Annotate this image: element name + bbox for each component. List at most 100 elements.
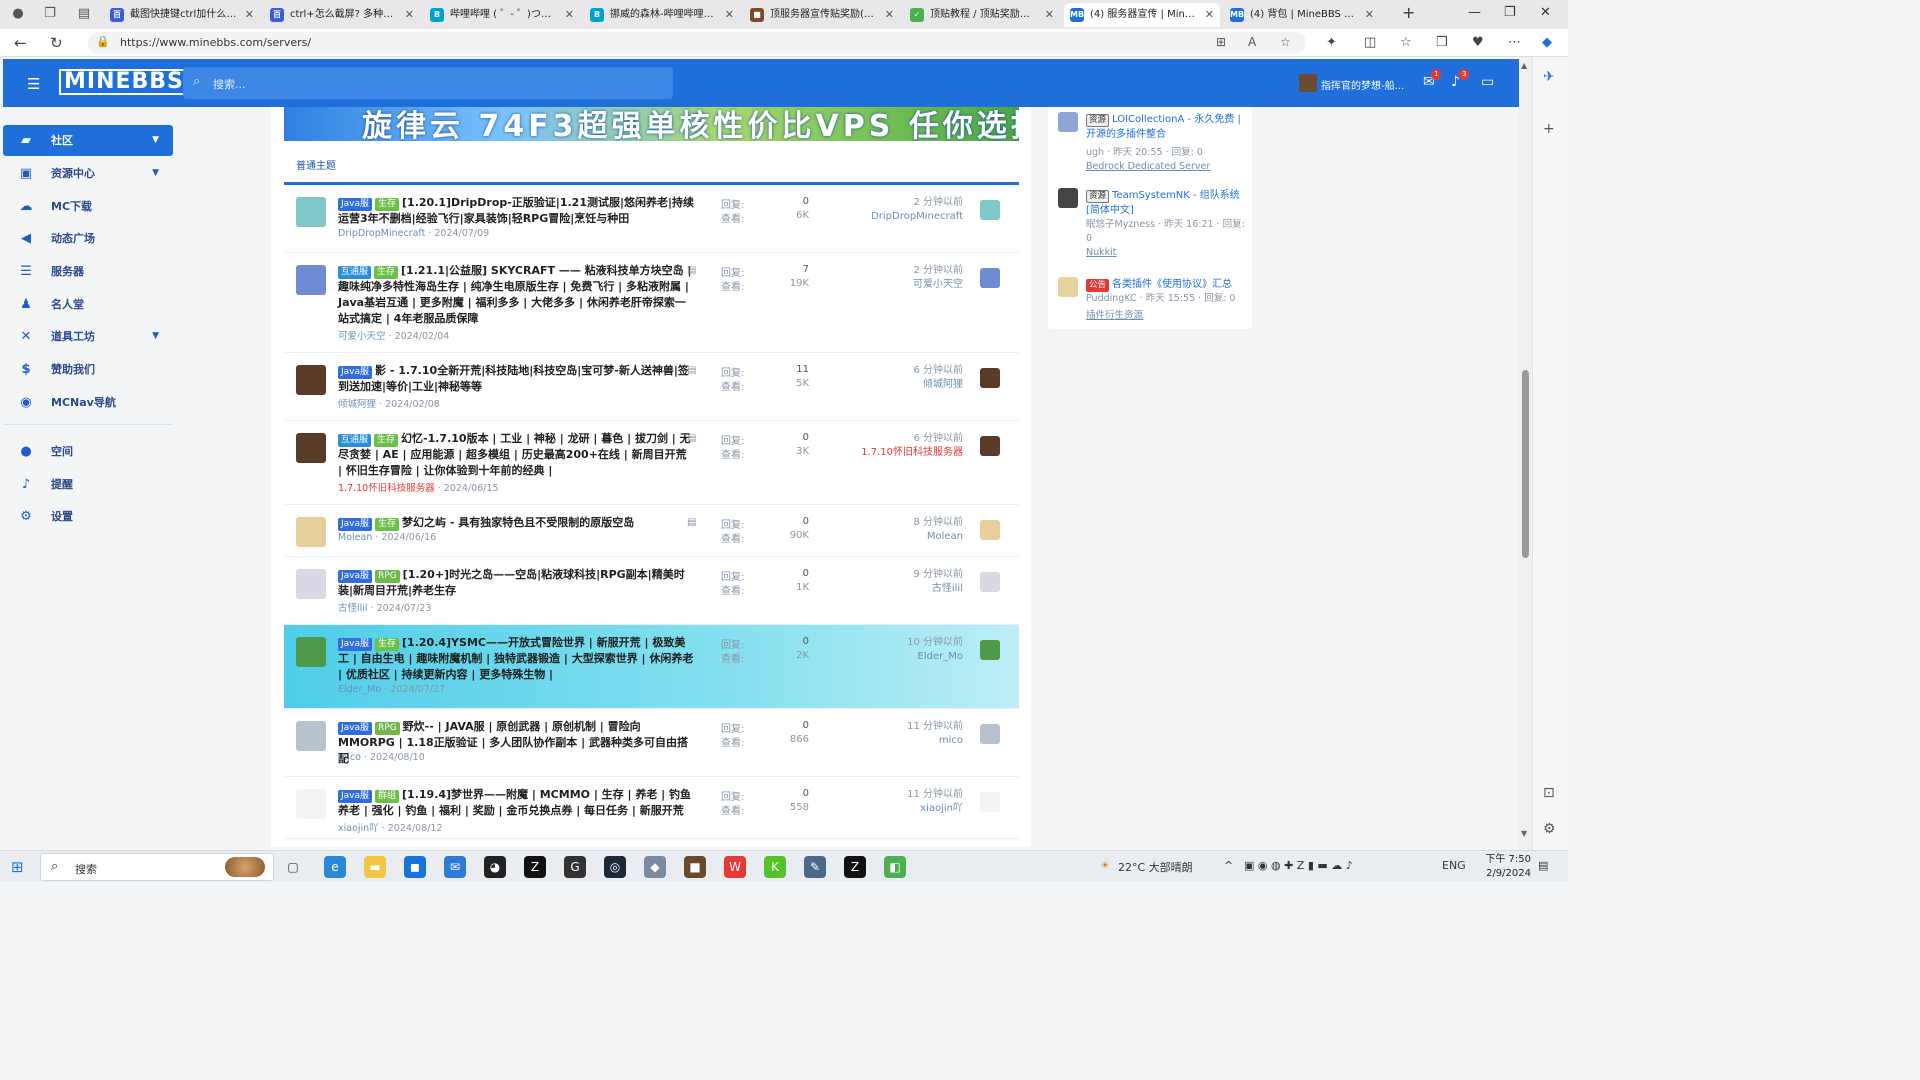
widget-avatar[interactable] <box>1058 112 1078 132</box>
thread-prefix-tag[interactable]: 群组 <box>375 790 400 803</box>
thread-date[interactable]: 2024/07/09 <box>434 228 489 239</box>
thread-row[interactable]: Java服 生存 [1.20.1]DripDrop-正版验证|1.21测试服|悠闲养… <box>284 185 1019 253</box>
minimize-button[interactable]: — <box>1468 5 1481 20</box>
last-post-time[interactable]: 9 分钟以前 <box>824 568 963 582</box>
browser-tab[interactable]: B 挪威的森林-哔哩哔哩_bili ✕ <box>584 3 740 27</box>
scroll-down-icon[interactable]: ▼ <box>1521 829 1527 838</box>
lock-icon[interactable]: 🔒 <box>96 35 110 48</box>
thread-row[interactable]: Java服 生存 梦幻之屿 - 具有独家特色且不受限制的原版空岛 ▤ Molean · … <box>284 505 1019 557</box>
thread-row[interactable]: Java服 群组 [1.19.4]梦世界——附魔 | MCMMO | 生存 | 养老… <box>284 777 1019 839</box>
sidebar-settings-icon[interactable]: ⚙ <box>1543 821 1556 837</box>
browser-tab[interactable]: MB (4) 服务器宣传 | MineBBS ✕ <box>1064 3 1220 27</box>
qq-icon[interactable]: ◕ <box>484 856 506 878</box>
chevron-down-icon[interactable]: ▼ <box>152 125 159 156</box>
thread-prefix-tag[interactable]: Java服 <box>338 366 373 379</box>
bookmark-icon[interactable]: ▭ <box>1481 74 1494 90</box>
tab-normal-threads[interactable]: 普通主题 <box>296 157 336 172</box>
browser-tab[interactable]: 百截图快捷键ctrl加什么_百度 ✕ <box>104 3 260 27</box>
widget-forum-link[interactable]: Nukkit <box>1086 247 1117 258</box>
widget-title[interactable]: 资源 TeamSystemNK - 组队系统 [简体中文] <box>1086 188 1246 218</box>
windows-start-icon[interactable]: ⊞ <box>11 858 24 876</box>
user-name[interactable]: 指挥官的梦想-船... <box>1321 77 1404 92</box>
browser-tab[interactable]: MB (4) 背包 | MineBBS 我的世 ✕ <box>1224 3 1380 27</box>
kook-icon[interactable]: K <box>764 856 786 878</box>
thread-row[interactable]: 互通服 生存 幻忆-1.7.10版本 | 工业 | 神秘 | 龙研 | 暮色 | 拔… <box>284 421 1019 505</box>
tab-close-icon[interactable]: ✕ <box>1205 3 1214 27</box>
banner-text[interactable]: 旋律云 74F3超强单核性价比VPS 任你选择 <box>362 107 1019 141</box>
refresh-icon[interactable]: ↻ <box>50 34 63 52</box>
minecraft-launcher-icon[interactable]: ◧ <box>884 856 906 878</box>
last-post-user[interactable]: DripDropMinecraft <box>824 210 963 224</box>
browser-tab[interactable]: 百 ctrl+怎么截屏? 多种选择 ✕ <box>264 3 420 27</box>
last-post-user[interactable]: xiaojin吖 <box>824 802 963 816</box>
thread-title[interactable]: Java服 群组 [1.19.4]梦世界——附魔 | MCMMO | 生存 | 养老… <box>338 787 694 819</box>
file-explorer-icon[interactable]: ▬ <box>364 856 386 878</box>
thread-date[interactable]: 2024/07/27 <box>390 684 445 695</box>
tab-close-icon[interactable]: ✕ <box>405 3 414 27</box>
nav-item[interactable]: ✕ 道具工坊 ▼ <box>3 321 173 352</box>
thread-title[interactable]: Java服 生存 [1.20.4]YSMC——开放式冒险世界 | 新服开荒 | 极致… <box>338 635 694 683</box>
thread-prefix-tag[interactable]: 生存 <box>374 266 399 279</box>
wps-icon[interactable]: W <box>724 856 746 878</box>
thread-title-text[interactable]: 影 - 1.7.10全新开荒|科技陆地|科技空岛|宝可梦-新人送神兽|签到送加速… <box>338 364 689 393</box>
last-post-time[interactable]: 6 分钟以前 <box>824 432 963 446</box>
mail-app-icon[interactable]: ✉ <box>444 856 466 878</box>
close-window-button[interactable]: ✕ <box>1540 5 1551 20</box>
scroll-thumb[interactable] <box>1522 370 1529 558</box>
thread-prefix-tag[interactable]: 互通服 <box>338 434 372 447</box>
store-icon[interactable]: ◼ <box>404 856 426 878</box>
screenshot-icon[interactable]: ⊡ <box>1543 785 1555 801</box>
thread-author[interactable]: 倾城阿狸 <box>338 399 376 410</box>
nav-item[interactable]: ♪ 提醒 <box>3 469 173 500</box>
nav-item[interactable]: ☰ 服务器 <box>3 256 173 287</box>
browser-tab[interactable]: B 哔哩哔哩 ( ゜- ゜)つロ 干杯 ✕ <box>424 3 580 27</box>
task-view-icon[interactable]: ▢ <box>282 856 304 878</box>
last-post-user[interactable]: Molean <box>824 530 963 544</box>
thread-author[interactable]: 可爱小天空 <box>338 331 386 342</box>
thread-prefix-tag[interactable]: Java服 <box>338 198 373 211</box>
back-icon[interactable]: ← <box>14 34 27 52</box>
last-poster-avatar[interactable] <box>980 572 1000 592</box>
app-available-icon[interactable]: ⊞ <box>1216 35 1226 49</box>
language-indicator[interactable]: ENG <box>1442 859 1466 872</box>
ad-banner[interactable]: 旋律云 74F3超强单核性价比VPS 任你选择 <box>284 107 1019 141</box>
clock-time[interactable]: 下午 7:50 <box>1483 853 1531 867</box>
thread-author[interactable]: 古怪ilil <box>338 603 368 614</box>
nav-item[interactable]: ▣ 资源中心 ▼ <box>3 158 173 189</box>
scroll-up-icon[interactable]: ▲ <box>1521 61 1527 70</box>
nav-item[interactable]: $ 赞助我们 <box>3 354 173 385</box>
nav-item[interactable]: ♟ 名人堂 <box>3 289 173 320</box>
thread-title[interactable]: 互通服 生存 [1.21.1|公益服] SKYCRAFT —— 粘液科技单方块空岛 … <box>338 263 694 327</box>
last-post-user[interactable]: 1.7.10怀旧科技服务器 <box>824 446 963 460</box>
browser-essentials-icon[interactable]: ♥ <box>1472 35 1484 50</box>
tab-close-icon[interactable]: ✕ <box>565 3 574 27</box>
thread-date[interactable]: 2024/08/10 <box>370 752 425 763</box>
thread-prefix-tag[interactable]: Java服 <box>338 790 373 803</box>
last-post-time[interactable]: 8 分钟以前 <box>824 516 963 530</box>
tab-actions-icon[interactable]: ▤ <box>76 6 92 22</box>
tray-chevron-icon[interactable]: ^ <box>1224 859 1233 872</box>
page-scrollbar[interactable]: ▲ ▼ <box>1519 57 1532 850</box>
browser-tab[interactable]: ■ 顶服务器宣传贴奖励(奖励 ✕ <box>744 3 900 27</box>
thread-prefix-tag[interactable]: RPG <box>375 570 400 583</box>
thread-prefix-tag[interactable]: Java服 <box>338 638 373 651</box>
thread-author-avatar[interactable] <box>296 721 326 751</box>
steam-icon[interactable]: ◎ <box>604 856 626 878</box>
thread-author[interactable]: mico <box>338 752 361 763</box>
workspaces-icon[interactable]: ❐ <box>42 6 58 22</box>
thread-prefix-tag[interactable]: Java服 <box>338 570 373 583</box>
menu-icon[interactable]: ☰ <box>27 75 40 93</box>
thread-row[interactable]: Java服 生存 [1.20.4]YSMC——开放式冒险世界 | 新服开荒 | 极致… <box>284 625 1019 709</box>
thread-date[interactable]: 2024/02/08 <box>385 399 440 410</box>
new-tab-button[interactable]: + <box>1402 3 1415 22</box>
nav-item[interactable]: ● 空间 <box>3 436 173 467</box>
chevron-down-icon[interactable]: ▼ <box>152 321 159 352</box>
thread-author-avatar[interactable] <box>296 637 326 667</box>
widget-forum-link[interactable]: Bedrock Dedicated Server <box>1086 161 1210 172</box>
last-post-user[interactable]: 倾城阿狸 <box>824 378 963 392</box>
thread-row[interactable]: Java服 RPG 野炊-- | JAVA服 | 原创武器 | 原创机制 | 冒险向… <box>284 709 1019 777</box>
nav-item[interactable]: ◀ 动态广场 <box>3 223 173 254</box>
game-app-icon[interactable]: ◆ <box>644 856 666 878</box>
last-post-user[interactable]: Elder_Mo <box>824 650 963 664</box>
nav-item[interactable]: ☁ MC下载 <box>3 191 173 222</box>
